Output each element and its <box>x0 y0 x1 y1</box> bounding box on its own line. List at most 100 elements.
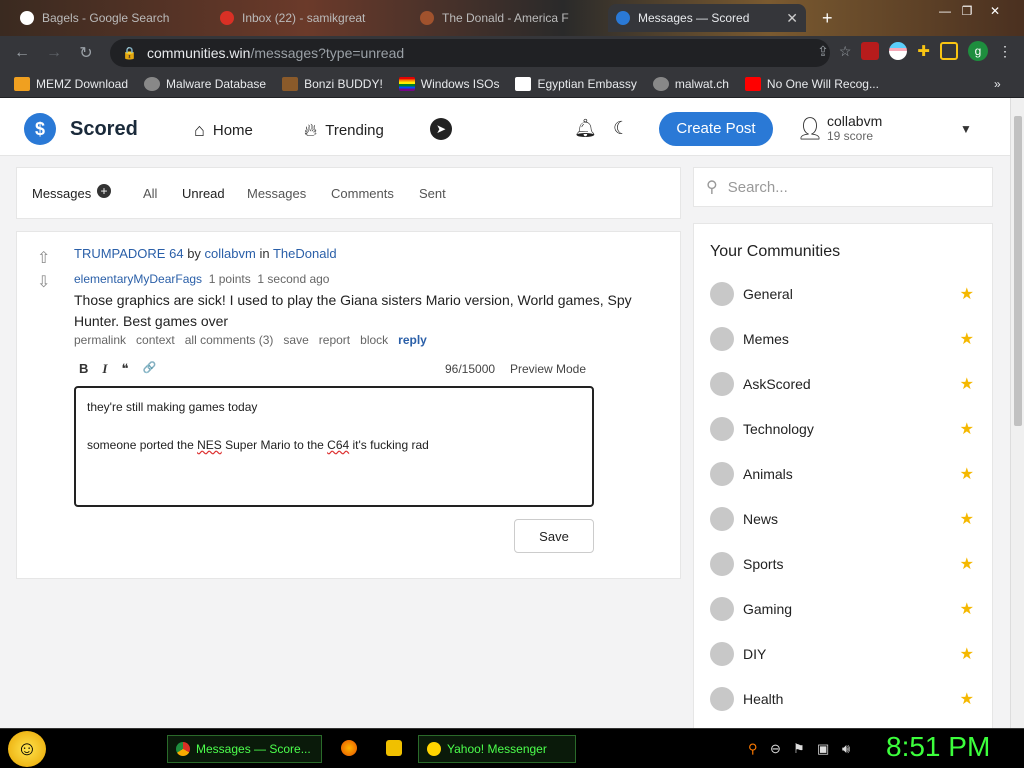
community-item[interactable]: Health ★ <box>710 684 974 714</box>
tab-messages[interactable]: Messages <box>247 186 306 201</box>
star-icon[interactable]: ★ <box>960 419 974 439</box>
community-item[interactable]: Animals ★ <box>710 459 974 489</box>
scrollbar-thumb[interactable] <box>1014 116 1022 426</box>
forward-icon[interactable]: → <box>38 44 70 62</box>
create-post-button[interactable]: Create Post <box>659 112 773 146</box>
upvote-icon[interactable]: ⇧ <box>37 248 50 268</box>
preview-mode-toggle[interactable]: Preview Mode <box>510 362 586 376</box>
flag-tray-icon[interactable]: ⚑ <box>793 741 805 757</box>
volume-tray-icon[interactable]: 🔊︎ <box>842 741 850 757</box>
bookmark-bonzi-buddy[interactable]: Bonzi BUDDY! <box>282 76 383 91</box>
username[interactable]: collabvm <box>827 113 882 129</box>
user-icon[interactable]: 👤︎ <box>796 116 824 142</box>
comment-author-link[interactable]: elementaryMyDearFags <box>74 272 202 286</box>
link-icon[interactable]: 🔗 <box>142 361 156 377</box>
star-icon[interactable]: ★ <box>960 374 974 394</box>
star-icon[interactable]: ★ <box>960 329 974 349</box>
community-item[interactable]: News ★ <box>710 504 974 534</box>
clock[interactable]: 8:51 PM <box>886 731 990 763</box>
quote-icon[interactable]: ❝ <box>121 361 128 377</box>
tab-inbox[interactable]: Inbox (22) - samikgreat <box>212 4 407 32</box>
tab-messages-scored[interactable]: Messages — Scored ✕ <box>608 4 806 32</box>
scored-logo-icon[interactable]: $ <box>24 113 56 145</box>
menu-icon[interactable]: ⋮ <box>998 43 1012 60</box>
maximize-icon[interactable]: ❐ <box>956 2 978 20</box>
community-item[interactable]: General ★ <box>710 279 974 309</box>
community-item[interactable]: Memes ★ <box>710 324 974 354</box>
close-window-icon[interactable]: ✕ <box>984 2 1006 20</box>
star-icon[interactable]: ★ <box>960 644 974 664</box>
bookmark-egyptian-embassy[interactable]: Egyptian Embassy <box>515 76 637 91</box>
community-item[interactable]: AskScored ★ <box>710 369 974 399</box>
search-tray-icon[interactable]: ⚲ <box>748 741 758 757</box>
firefox-icon[interactable] <box>341 740 357 756</box>
bookmark-memz[interactable]: MEMZ Download <box>14 76 128 91</box>
community-item[interactable]: Technology ★ <box>710 414 974 444</box>
sidebar-icon[interactable] <box>940 42 958 60</box>
task-chrome-messages[interactable]: Messages — Score... <box>167 735 322 763</box>
flag-extension-icon[interactable] <box>889 42 908 60</box>
nav-trending[interactable]: 🔥︎ Trending <box>304 120 384 141</box>
community-item[interactable]: Sports ★ <box>710 549 974 579</box>
close-tab-icon[interactable]: ✕ <box>786 10 798 27</box>
profile-avatar[interactable]: g <box>968 41 988 61</box>
reply-textarea[interactable]: they're still making games today someone… <box>74 386 594 507</box>
search-input[interactable]: ⚲ Search... <box>693 167 993 207</box>
back-icon[interactable]: ← <box>6 44 38 62</box>
start-smiley-icon[interactable]: ☺ <box>8 731 46 767</box>
tab-all[interactable]: All <box>143 186 157 201</box>
community-link[interactable]: TheDonald <box>273 246 337 261</box>
tab-the-donald[interactable]: The Donald - America F <box>412 4 607 32</box>
save-button[interactable]: Save <box>514 519 594 553</box>
moon-icon[interactable]: ☾ <box>613 118 629 139</box>
bell-icon[interactable]: 🔔︎ <box>574 118 597 139</box>
downvote-icon[interactable]: ⇩ <box>37 272 50 292</box>
star-icon[interactable]: ★ <box>960 464 974 484</box>
bookmark-youtube[interactable]: No One Will Recog... <box>744 76 879 91</box>
ublock-icon[interactable] <box>861 42 880 60</box>
tab-sent[interactable]: Sent <box>419 186 446 201</box>
site-logo-text[interactable]: Scored <box>70 118 138 141</box>
compose-plus-icon[interactable]: + <box>97 184 111 198</box>
star-icon[interactable]: ☆ <box>839 43 852 60</box>
network-tray-icon[interactable]: ▣ <box>817 741 829 757</box>
permalink-link[interactable]: permalink <box>74 333 126 347</box>
more-bookmarks-button[interactable]: » <box>994 77 1001 91</box>
bookmark-malwatch[interactable]: malwat.ch <box>652 76 729 91</box>
bookmark-malware-database[interactable]: Malware Database <box>144 76 266 91</box>
tab-unread[interactable]: Unread <box>182 186 225 201</box>
star-icon[interactable]: ★ <box>960 284 974 304</box>
chevron-down-icon[interactable]: ▼ <box>960 122 972 136</box>
community-item[interactable]: DIY ★ <box>710 639 974 669</box>
community-item[interactable]: Gaming ★ <box>710 594 974 624</box>
post-title-link[interactable]: TRUMPADORE 64 <box>74 246 184 261</box>
block-link[interactable]: block <box>360 333 388 347</box>
tab-google-search[interactable]: Bagels - Google Search <box>12 4 207 32</box>
new-tab-button[interactable]: + <box>814 4 844 32</box>
all-comments-link[interactable]: all comments (3) <box>185 333 274 347</box>
share-icon[interactable]: ⇪ <box>817 43 829 60</box>
page-scrollbar[interactable] <box>1010 98 1024 728</box>
bold-icon[interactable]: B <box>79 361 88 377</box>
save-link[interactable]: save <box>283 333 308 347</box>
italic-icon[interactable]: I <box>102 361 107 377</box>
star-icon[interactable]: ★ <box>960 689 974 709</box>
tab-comments[interactable]: Comments <box>331 186 394 201</box>
context-link[interactable]: context <box>136 333 175 347</box>
star-icon[interactable]: ★ <box>960 599 974 619</box>
url-field[interactable]: 🔒 communities.win/messages?type=unread <box>110 39 830 67</box>
folder-icon[interactable] <box>386 740 402 756</box>
star-icon[interactable]: ★ <box>960 554 974 574</box>
puzzle-icon[interactable]: ✚ <box>917 42 930 60</box>
report-link[interactable]: report <box>319 333 350 347</box>
minus-tray-icon[interactable]: ⊖ <box>770 741 781 757</box>
reload-icon[interactable]: ↻ <box>70 43 102 63</box>
bookmark-windows-isos[interactable]: Windows ISOs <box>398 76 499 91</box>
minimize-icon[interactable]: — <box>934 2 956 20</box>
task-yahoo-messenger[interactable]: Yahoo! Messenger <box>418 735 576 763</box>
reply-link[interactable]: reply <box>398 333 427 347</box>
post-author-link[interactable]: collabvm <box>205 246 256 261</box>
compass-icon[interactable]: ➤ <box>430 118 452 140</box>
star-icon[interactable]: ★ <box>960 509 974 529</box>
nav-home[interactable]: ⌂ Home <box>194 120 253 141</box>
